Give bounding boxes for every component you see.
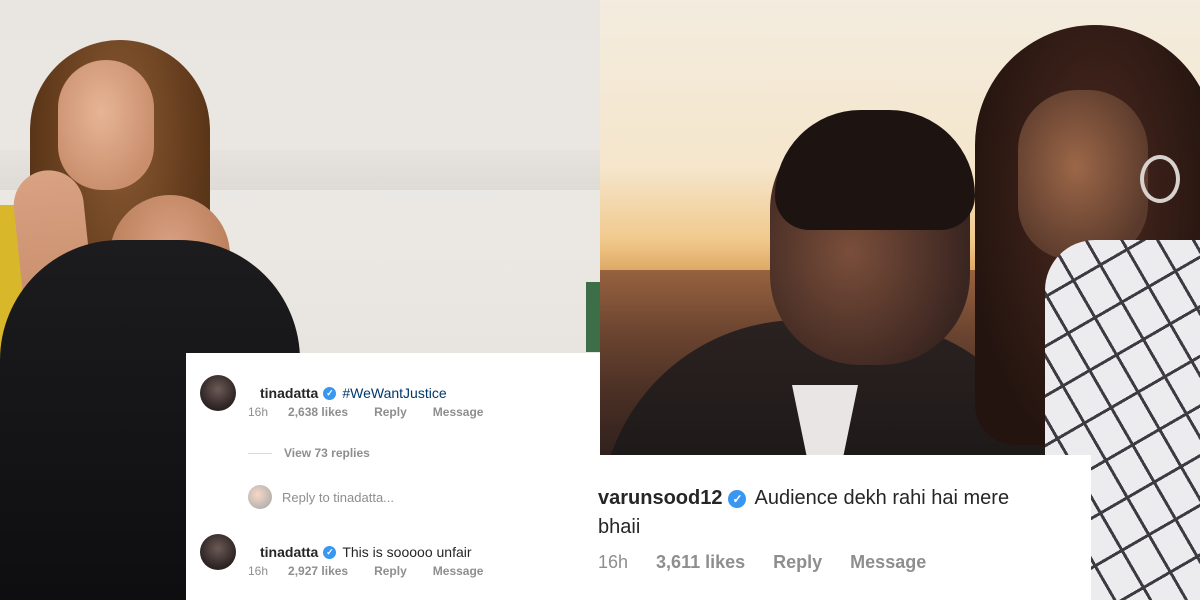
woman-face-right xyxy=(1018,90,1148,260)
reply-button[interactable]: Reply xyxy=(374,405,407,419)
hoop-earring xyxy=(1140,155,1180,203)
man-hair xyxy=(775,110,975,230)
comment-username[interactable]: tinadatta xyxy=(260,385,318,401)
likes-count[interactable]: 2,927 likes xyxy=(288,564,348,578)
replies-divider xyxy=(248,452,272,454)
green-wall-edge xyxy=(586,282,600,352)
comment-3: varunsood12 ✓ Audience dekh rahi hai mer… xyxy=(598,487,1009,510)
own-avatar xyxy=(248,485,272,509)
avatar[interactable] xyxy=(200,534,236,570)
comment-time: 16h xyxy=(248,405,269,419)
comment-3-line2: bhaii xyxy=(598,516,640,539)
comment-text-line2: bhaii xyxy=(598,516,641,538)
reply-input[interactable]: Reply to tinadatta... xyxy=(282,490,394,505)
comment-3-meta: 16h 3,611 likes Reply Message xyxy=(598,552,954,573)
comment-time: 16h xyxy=(248,564,269,578)
reply-input-row: Reply to tinadatta... xyxy=(248,485,394,509)
reply-button[interactable]: Reply xyxy=(773,552,822,573)
message-button[interactable]: Message xyxy=(433,405,484,419)
comment-card-right: varunsood12 ✓ Audience dekh rahi hai mer… xyxy=(598,455,1091,600)
likes-count[interactable]: 3,611 likes xyxy=(656,552,745,573)
comment-1-meta: 16h 2,638 likes Reply Message xyxy=(248,405,509,419)
verified-badge-icon: ✓ xyxy=(323,545,337,559)
verified-badge-icon: ✓ xyxy=(728,489,747,508)
message-button[interactable]: Message xyxy=(850,552,926,573)
comment-username[interactable]: tinadatta xyxy=(260,544,318,560)
reply-button[interactable]: Reply xyxy=(374,564,407,578)
comment-text: This is sooooo unfair xyxy=(342,544,472,560)
comment-hashtag[interactable]: #WeWantJustice xyxy=(342,385,446,401)
woman-face xyxy=(58,60,154,190)
likes-count[interactable]: 2,638 likes xyxy=(288,405,348,419)
comment-username[interactable]: varunsood12 xyxy=(598,487,722,510)
view-replies-button[interactable]: View 73 replies xyxy=(248,446,370,460)
view-replies-label: View 73 replies xyxy=(284,446,370,460)
comment-2-meta: 16h 2,927 likes Reply Message xyxy=(248,564,509,578)
comment-time: 16h xyxy=(598,552,629,572)
avatar[interactable] xyxy=(200,375,236,411)
verified-badge-icon: ✓ xyxy=(323,386,337,400)
comment-card-left: tinadatta ✓ #WeWantJustice 16h 2,638 lik… xyxy=(186,353,600,600)
message-button[interactable]: Message xyxy=(433,564,484,578)
comment-text-line1: Audience dekh rahi hai mere xyxy=(754,487,1010,509)
